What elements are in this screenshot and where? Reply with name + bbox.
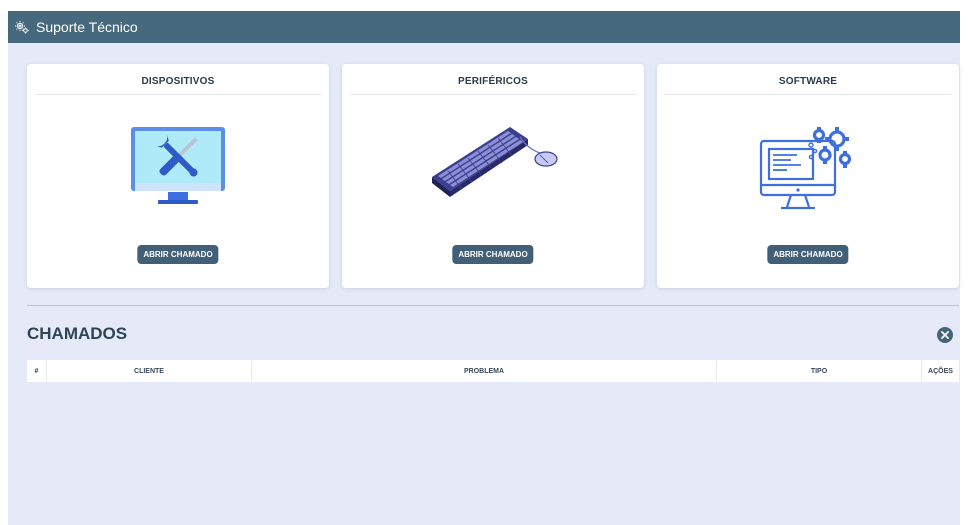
top-bar: Suporte Técnico [8, 11, 960, 43]
card-title: SOFTWARE [778, 76, 838, 87]
card-divider [665, 94, 951, 95]
column-header-acoes[interactable]: AÇÕES [922, 360, 959, 382]
abrir-chamado-button[interactable]: ABRIR CHAMADO [767, 245, 849, 264]
monitor-tools-illustration [27, 119, 329, 209]
abrir-chamado-button[interactable]: ABRIR CHAMADO [137, 245, 219, 264]
card-perifericos: PERIFÉRICOS ABRIR CHAMADO [342, 64, 644, 288]
section-title: CHAMADOS [27, 324, 128, 343]
app-container: Suporte Técnico DISPOSITIVOS ABRIR CHAMA… [8, 11, 960, 525]
card-title: DISPOSITIVOS [141, 76, 215, 87]
gear-cog-icon [14, 19, 30, 35]
keyboard-mouse-illustration [342, 119, 644, 209]
app-title: Suporte Técnico [36, 19, 138, 35]
column-header-cliente[interactable]: CLIENTE [47, 360, 252, 382]
chamados-table: # CLIENTE PROBLEMA TIPO AÇÕES [27, 360, 959, 382]
card-software: SOFTWARE ABRIR CHAMADO [657, 64, 959, 288]
monitor-gears-illustration [657, 119, 959, 219]
column-header-number[interactable]: # [27, 360, 47, 382]
card-divider [35, 94, 321, 95]
close-circle-icon[interactable] [937, 327, 953, 343]
column-header-problema[interactable]: PROBLEMA [252, 360, 717, 382]
section-divider [27, 305, 959, 306]
card-dispositivos: DISPOSITIVOS ABRIR CHAMADO [27, 64, 329, 288]
card-title: PERIFÉRICOS [458, 76, 528, 87]
column-header-tipo[interactable]: TIPO [717, 360, 922, 382]
abrir-chamado-button[interactable]: ABRIR CHAMADO [452, 245, 534, 264]
card-divider [350, 94, 636, 95]
